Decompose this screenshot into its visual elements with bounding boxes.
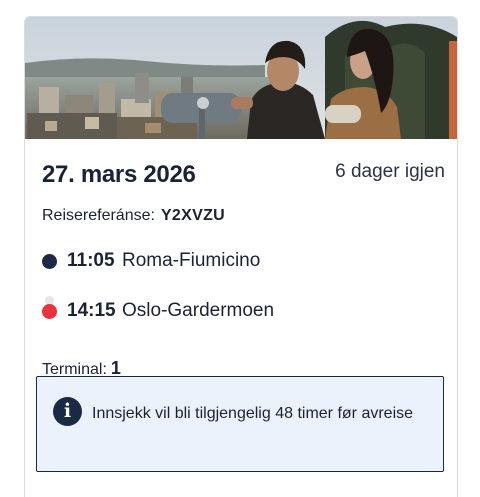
travel-date: 27. mars 2026 bbox=[42, 161, 196, 188]
departure-dot-icon bbox=[42, 254, 57, 269]
booking-reference: Reisereferánse: Y2XVZU bbox=[42, 207, 225, 225]
hero-image bbox=[25, 17, 457, 139]
booking-reference-label: Reisereferánse: bbox=[42, 207, 155, 224]
date-row: 27. mars 2026 6 dager igjen bbox=[42, 157, 445, 193]
arrival-dot-icon bbox=[42, 304, 57, 319]
info-icon: i bbox=[53, 397, 82, 426]
terminal-value: 1 bbox=[110, 358, 121, 378]
arrival-time: 14:15 bbox=[67, 300, 116, 321]
days-remaining: 6 dager igjen bbox=[335, 161, 445, 182]
check-in-notice-text: Innsjekk vil bli tilgjengelig 48 timer f… bbox=[92, 405, 414, 422]
check-in-notice: i Innsjekk vil bli tilgjengelig 48 timer… bbox=[36, 376, 444, 472]
departure-time: 11:05 bbox=[67, 250, 115, 271]
booking-reference-code[interactable]: Y2XVZU bbox=[161, 207, 225, 224]
arrival-airport: Oslo-Gardermoen bbox=[122, 300, 275, 321]
booking-card[interactable]: 27. mars 2026 6 dager igjen Reisereferán… bbox=[24, 16, 458, 497]
departure-airport: Roma-Fiumicino bbox=[122, 250, 261, 271]
